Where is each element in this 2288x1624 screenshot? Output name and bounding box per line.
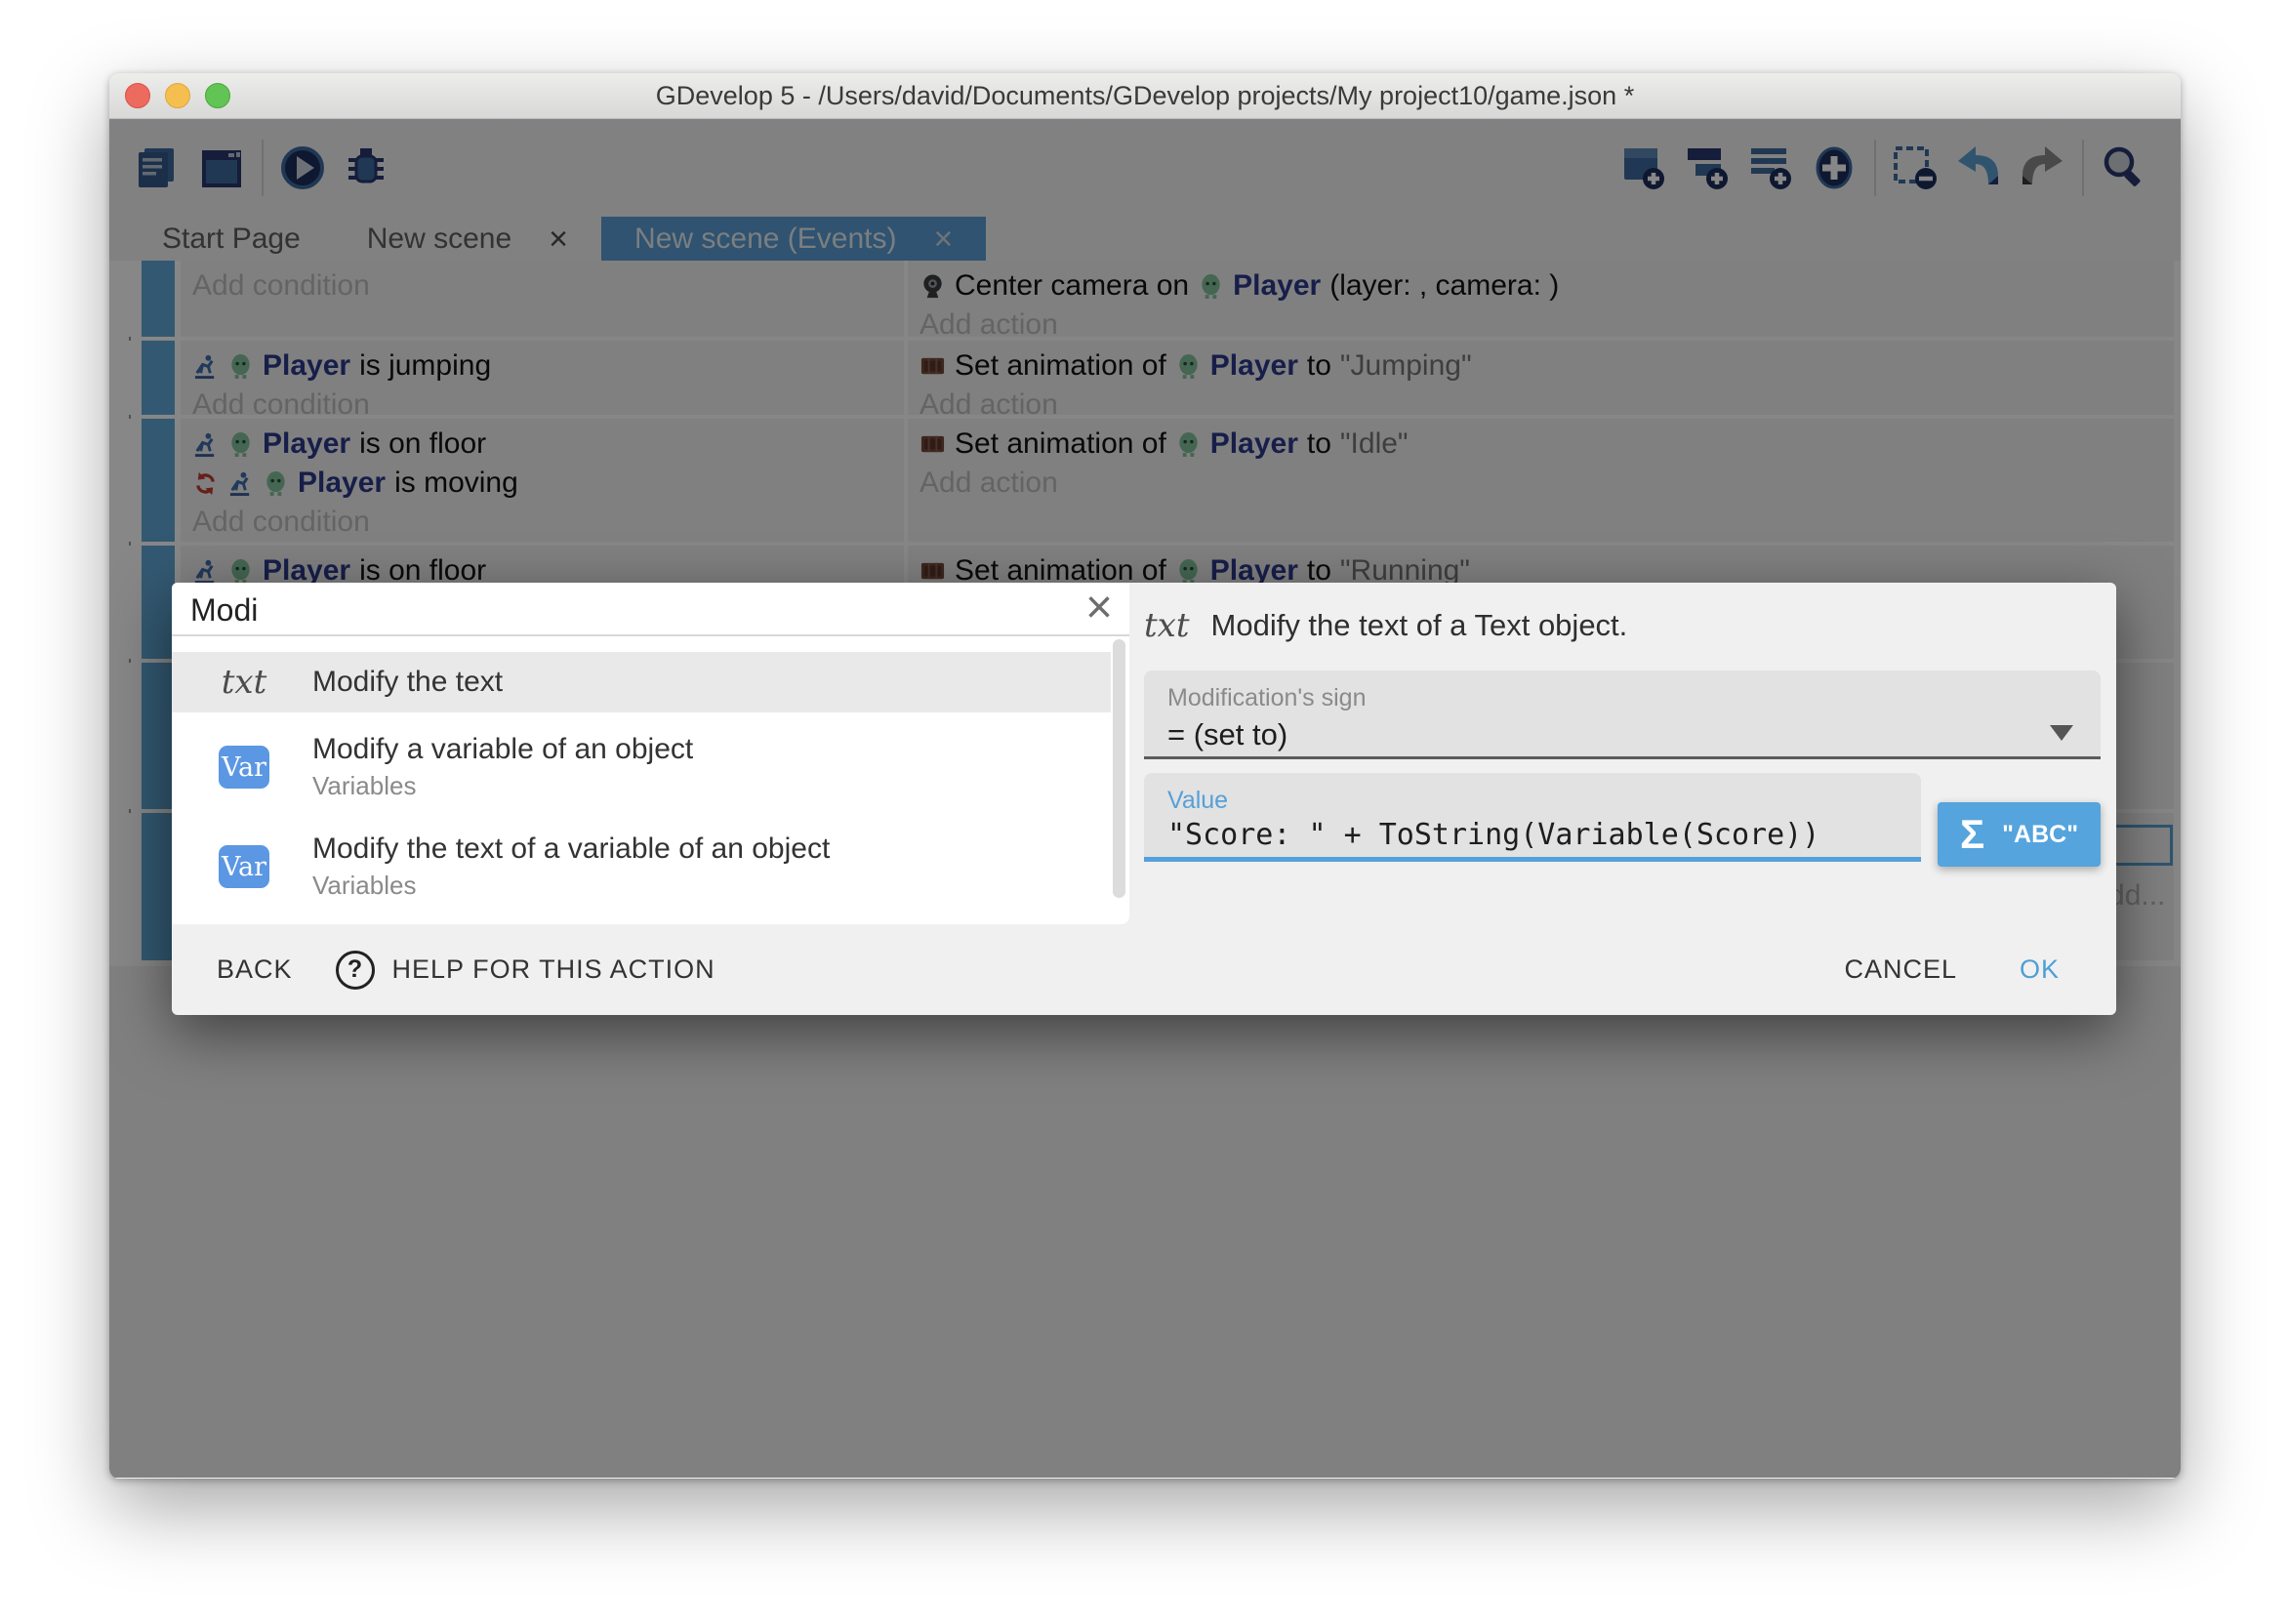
sigma-icon: Σ [1960, 811, 1984, 858]
help-button[interactable]: ? HELP FOR THIS ACTION [336, 951, 715, 990]
chevron-down-icon [2050, 725, 2073, 741]
field-label: Modification's sign [1167, 684, 1366, 712]
field-label: Value [1167, 787, 1228, 815]
field-value: "Score: " + ToString(Variable(Score)) [1167, 818, 1819, 852]
list-item-title: Modify a variable of an object [312, 733, 693, 766]
value-expression-field[interactable]: Value "Score: " + ToString(Variable(Scor… [1144, 773, 1921, 862]
list-item-texts: Modify a variable of an object Variables [312, 733, 693, 801]
close-window-button[interactable] [125, 83, 150, 108]
list-item-subtitle: Variables [312, 871, 830, 901]
cancel-button[interactable]: CANCEL [1844, 954, 1957, 985]
text-object-icon: txt [203, 663, 285, 702]
list-scrollbar-thumb[interactable] [1113, 639, 1125, 898]
window-titlebar: GDevelop 5 - /Users/david/Documents/GDev… [109, 73, 2181, 119]
search-divider [172, 634, 1129, 636]
back-button[interactable]: BACK [217, 954, 293, 985]
desktop: GDevelop 5 - /Users/david/Documents/GDev… [0, 0, 2288, 1624]
help-icon: ? [336, 951, 375, 990]
text-object-icon: txt [1144, 606, 1190, 645]
variable-icon: Var [203, 845, 285, 888]
list-item-modify-text-of-variable[interactable]: Var Modify the text of a variable of an … [172, 825, 1111, 909]
window-title: GDevelop 5 - /Users/david/Documents/GDev… [109, 73, 2181, 118]
list-item-subtitle: Variables [312, 771, 693, 801]
instruction-list-panel: Modi × txt Modify the text Var Modify a … [172, 583, 1129, 924]
close-icon[interactable]: × [1076, 585, 1123, 633]
list-item-title: Modify the text of a variable of an obje… [312, 832, 830, 866]
instruction-header: txt Modify the text of a Text object. [1144, 606, 1627, 645]
modification-sign-select[interactable]: Modification's sign = (set to) [1144, 670, 2101, 759]
dialog-footer: BACK ? HELP FOR THIS ACTION CANCEL OK [172, 924, 2116, 1015]
list-item-modify-the-text[interactable]: txt Modify the text [172, 652, 1111, 712]
list-item-title: Modify the text [312, 666, 503, 699]
zoom-window-button[interactable] [205, 83, 230, 108]
ok-button[interactable]: OK [2020, 954, 2060, 985]
variable-icon: Var [203, 746, 285, 789]
abc-label: "ABC" [2002, 821, 2078, 849]
help-label: HELP FOR THIS ACTION [392, 954, 715, 985]
footer-left-group: BACK ? HELP FOR THIS ACTION [217, 951, 715, 990]
search-input[interactable]: Modi [190, 592, 1049, 629]
open-expression-editor-button[interactable]: Σ "ABC" [1938, 802, 2101, 867]
instruction-editor-dialog: Modi × txt Modify the text Var Modify a … [172, 583, 2116, 1015]
list-item-modify-variable[interactable]: Var Modify a variable of an object Varia… [172, 725, 1111, 809]
instruction-config-panel: txt Modify the text of a Text object. Mo… [1129, 583, 2116, 924]
instruction-title: Modify the text of a Text object. [1211, 608, 1628, 643]
field-value: = (set to) [1167, 717, 1287, 752]
footer-right-group: CANCEL OK [1844, 954, 2060, 985]
list-item-texts: Modify the text of a variable of an obje… [312, 832, 830, 901]
minimize-window-button[interactable] [165, 83, 190, 108]
